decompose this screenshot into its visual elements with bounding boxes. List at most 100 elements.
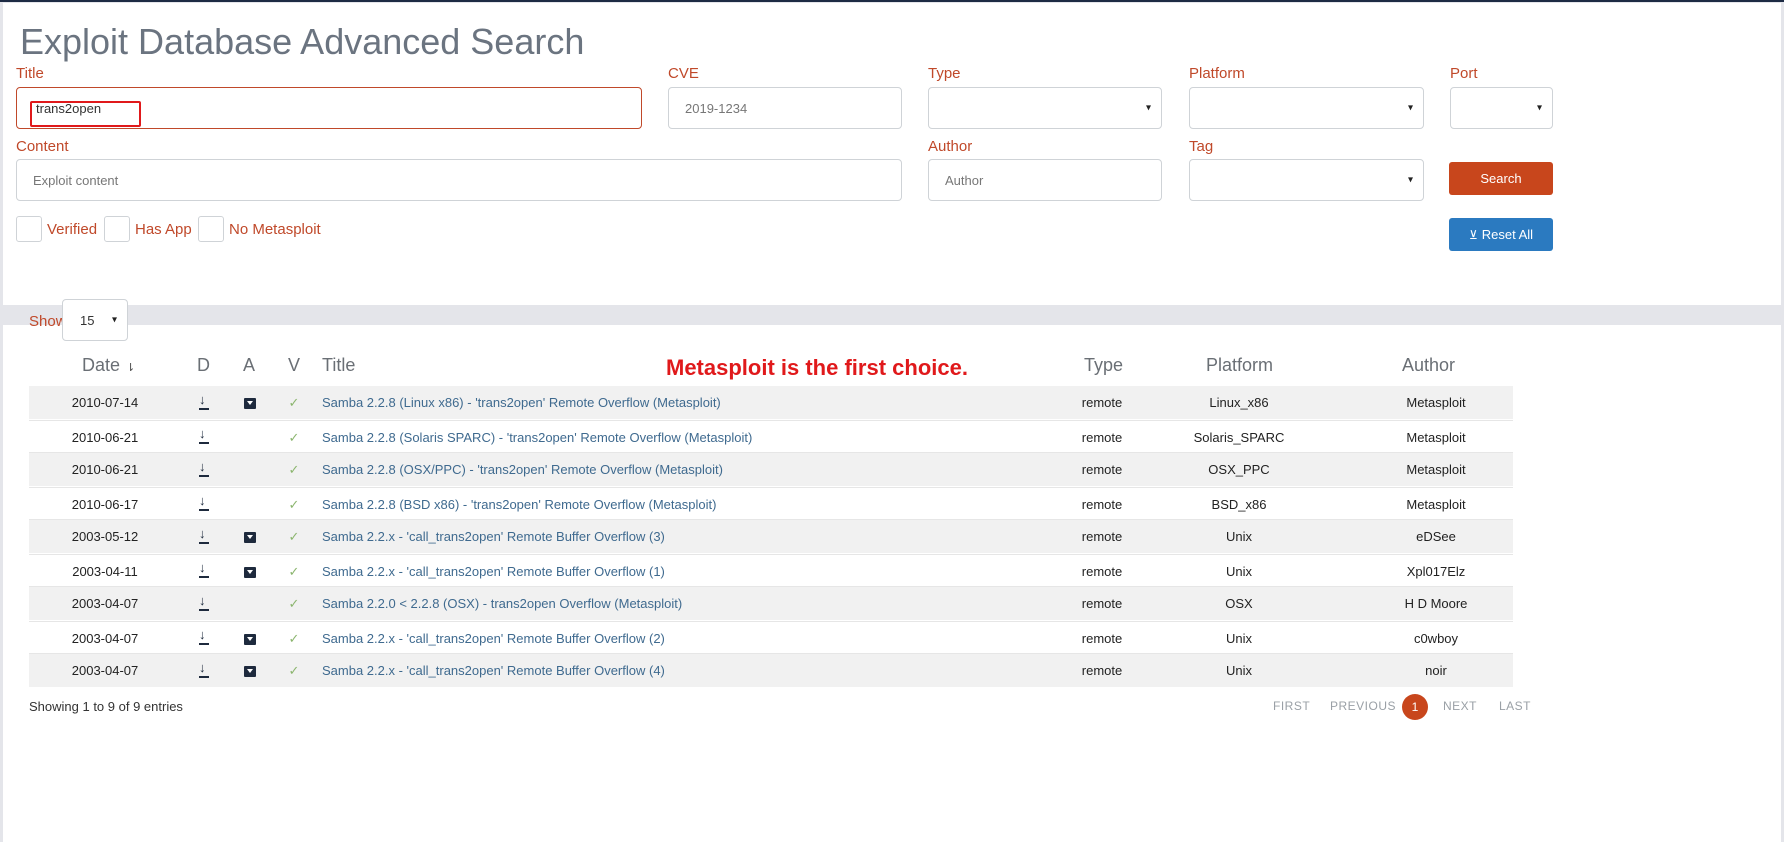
verified-cell: ✓ <box>283 488 305 521</box>
author-input[interactable]: Author <box>928 159 1162 201</box>
row-platform[interactable]: Unix <box>1179 622 1299 655</box>
filter-clear-icon: ⊻ <box>1468 227 1478 242</box>
row-author[interactable]: Metasploit <box>1386 421 1486 454</box>
row-type[interactable]: remote <box>1062 453 1142 486</box>
row-type[interactable]: remote <box>1062 622 1142 655</box>
column-header-a[interactable]: A <box>243 355 255 376</box>
row-platform[interactable]: Solaris_SPARC <box>1179 421 1299 454</box>
content-label: Content <box>16 138 69 155</box>
show-label: Show <box>29 313 67 330</box>
pagination-first[interactable]: FIRST <box>1273 699 1310 713</box>
tag-select[interactable]: ▾ <box>1189 159 1424 201</box>
column-header-title[interactable]: Title <box>322 355 355 376</box>
search-button[interactable]: Search <box>1449 162 1553 195</box>
column-header-author[interactable]: Author <box>1402 355 1455 376</box>
download-icon[interactable]: ↓ <box>198 661 210 679</box>
row-platform[interactable]: OSX_PPC <box>1179 453 1299 486</box>
sort-icon: ⇂ <box>126 362 136 374</box>
download-app-icon[interactable] <box>244 398 256 410</box>
page-size-select[interactable]: 15 ▾ <box>62 299 128 341</box>
type-select[interactable]: ▾ <box>928 87 1162 129</box>
row-type[interactable]: remote <box>1062 555 1142 588</box>
verified-cell: ✓ <box>283 654 305 687</box>
row-type[interactable]: remote <box>1062 421 1142 454</box>
row-type[interactable]: remote <box>1062 488 1142 521</box>
verified-cell: ✓ <box>283 386 305 419</box>
download-icon[interactable]: ↓ <box>198 393 210 411</box>
row-platform[interactable]: BSD_x86 <box>1179 488 1299 521</box>
download-icon[interactable]: ↓ <box>198 594 210 612</box>
chevron-down-icon: ▾ <box>1407 174 1413 186</box>
row-type[interactable]: remote <box>1062 386 1142 419</box>
row-title-link[interactable]: Samba 2.2.x - 'call_trans2open' Remote B… <box>322 555 665 588</box>
download-icon[interactable]: ↓ <box>198 628 210 646</box>
check-icon: ✓ <box>288 529 300 544</box>
content-placeholder: Exploit content <box>33 172 119 188</box>
row-platform[interactable]: Linux_x86 <box>1179 386 1299 419</box>
row-title-link[interactable]: Samba 2.2.8 (OSX/PPC) - 'trans2open' Rem… <box>322 453 723 486</box>
has-app-checkbox[interactable] <box>104 216 130 242</box>
row-type[interactable]: remote <box>1062 587 1142 620</box>
download-icon[interactable]: ↓ <box>198 494 210 512</box>
pagination-next[interactable]: NEXT <box>1443 699 1477 713</box>
download-app-icon[interactable] <box>244 532 256 544</box>
reset-all-button[interactable]: ⊻ Reset All <box>1449 218 1553 251</box>
content-input[interactable]: Exploit content <box>16 159 902 201</box>
row-title-link[interactable]: Samba 2.2.0 < 2.2.8 (OSX) - trans2open O… <box>322 587 682 620</box>
column-header-d[interactable]: D <box>197 355 210 376</box>
title-input[interactable]: trans2open <box>16 87 642 129</box>
row-author[interactable]: eDSee <box>1386 520 1486 553</box>
pagination-current-page[interactable]: 1 <box>1402 694 1428 720</box>
pagination-previous[interactable]: PREVIOUS <box>1330 699 1396 713</box>
download-icon[interactable]: ↓ <box>198 527 210 545</box>
no-metasploit-checkbox[interactable] <box>198 216 224 242</box>
column-header-date[interactable]: Date ⇂ <box>82 355 135 376</box>
row-type[interactable]: remote <box>1062 520 1142 553</box>
row-platform[interactable]: Unix <box>1179 654 1299 687</box>
download-app-icon[interactable] <box>244 633 256 645</box>
row-author[interactable]: Xpl017Elz <box>1386 555 1486 588</box>
row-date: 2010-06-21 <box>71 462 139 477</box>
download-icon[interactable]: ↓ <box>198 561 210 579</box>
table-row: 2003-04-11 ↓ ✓ Samba 2.2.x - 'call_trans2op… <box>29 553 1513 588</box>
row-title-link[interactable]: Samba 2.2.x - 'call_trans2open' Remote B… <box>322 520 665 553</box>
verified-label: Verified <box>47 221 98 238</box>
platform-label: Platform <box>1189 65 1245 82</box>
verified-cell: ✓ <box>283 587 305 620</box>
row-platform[interactable]: Unix <box>1179 520 1299 553</box>
row-type[interactable]: remote <box>1062 654 1142 687</box>
row-author[interactable]: Metasploit <box>1386 386 1486 419</box>
download-exploit-cell: ↓ <box>193 520 215 553</box>
row-title-link[interactable]: Samba 2.2.8 (Linux x86) - 'trans2open' R… <box>322 386 721 419</box>
row-author[interactable]: H D Moore <box>1386 587 1486 620</box>
port-select[interactable]: ▾ <box>1450 87 1553 129</box>
download-exploit-cell: ↓ <box>193 587 215 620</box>
row-title-link[interactable]: Samba 2.2.x - 'call_trans2open' Remote B… <box>322 654 665 687</box>
row-platform[interactable]: Unix <box>1179 555 1299 588</box>
download-exploit-cell: ↓ <box>193 386 215 419</box>
column-header-platform[interactable]: Platform <box>1206 355 1273 376</box>
verified-checkbox[interactable] <box>16 216 42 242</box>
row-date: 2010-06-17 <box>71 496 139 512</box>
row-author[interactable]: noir <box>1386 654 1486 687</box>
verified-cell: ✓ <box>283 421 305 454</box>
download-app-icon[interactable] <box>244 666 256 678</box>
row-author[interactable]: Metasploit <box>1386 488 1486 521</box>
download-app-icon[interactable] <box>244 566 256 578</box>
download-app-cell <box>239 622 261 655</box>
row-title-link[interactable]: Samba 2.2.8 (Solaris SPARC) - 'trans2ope… <box>322 421 752 454</box>
download-icon[interactable]: ↓ <box>198 427 210 445</box>
table-row: 2003-04-07 ↓ ✓ Samba 2.2.x - 'call_trans2op… <box>29 654 1513 687</box>
cve-input[interactable]: 2019-1234 <box>668 87 902 129</box>
download-icon[interactable]: ↓ <box>198 460 210 478</box>
row-author[interactable]: Metasploit <box>1386 453 1486 486</box>
row-title-link[interactable]: Samba 2.2.8 (BSD x86) - 'trans2open' Rem… <box>322 488 716 521</box>
pagination-last[interactable]: LAST <box>1499 699 1531 713</box>
column-header-v[interactable]: V <box>288 355 300 376</box>
row-platform[interactable]: OSX <box>1179 587 1299 620</box>
column-header-type[interactable]: Type <box>1084 355 1123 376</box>
platform-select[interactable]: ▾ <box>1189 87 1424 129</box>
row-title-link[interactable]: Samba 2.2.x - 'call_trans2open' Remote B… <box>322 622 665 655</box>
download-app-cell <box>239 421 261 454</box>
row-author[interactable]: c0wboy <box>1386 622 1486 655</box>
